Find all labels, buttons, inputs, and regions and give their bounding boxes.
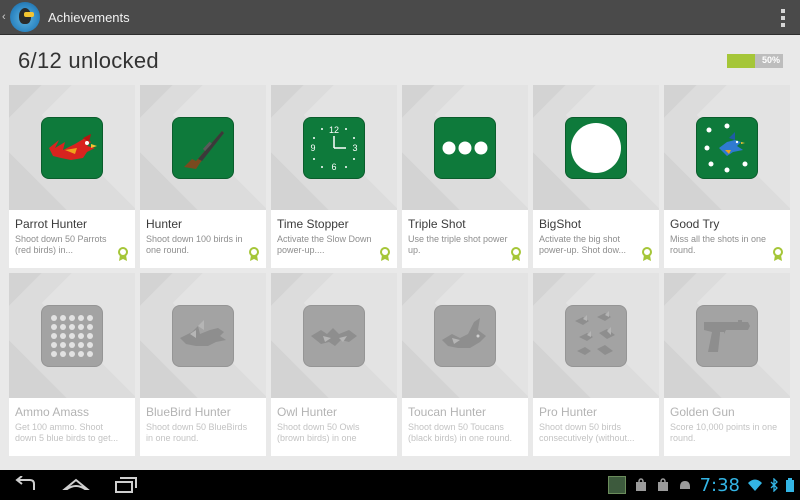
achievement-badge — [42, 118, 102, 178]
system-navigation-bar: 7:38 — [0, 470, 800, 500]
app-logo-icon[interactable] — [10, 2, 40, 32]
achievement-badge — [173, 118, 233, 178]
triple-dots-icon — [442, 141, 488, 155]
progress-fill — [727, 54, 755, 68]
achievement-desc: Score 10,000 points in one round. — [670, 422, 778, 443]
achievement-desc: Shoot down 100 birds in one round. — [146, 234, 243, 255]
android-debug-icon[interactable] — [678, 478, 692, 492]
achievement-title: Good Try — [670, 217, 720, 231]
achievement-desc: Activate the big shot power-up. Shot dow… — [539, 234, 627, 255]
achievement-title: BigShot — [539, 217, 582, 231]
achievement-title: Toucan Hunter — [408, 405, 487, 419]
achievement-badge — [173, 306, 233, 366]
big-circle-icon — [571, 123, 621, 173]
award-ribbon-icon — [773, 247, 783, 261]
award-ribbon-icon — [642, 247, 652, 261]
red-parrot-icon — [49, 134, 97, 160]
achievement-desc: Shoot down 50 Parrots (red birds) in... — [15, 234, 107, 255]
achievement-badge — [566, 118, 626, 178]
up-caret-icon[interactable]: ‹ — [2, 11, 8, 23]
achievement-desc: Miss all the shots in one round. — [670, 234, 767, 255]
achievement-badge — [566, 306, 626, 366]
achievement-title: Time Stopper — [277, 217, 349, 231]
achievement-card[interactable]: Hunter Shoot down 100 birds in one round… — [140, 85, 266, 268]
achievement-badge — [697, 306, 757, 366]
owl-icon — [311, 328, 357, 346]
shopping-bag-icon[interactable] — [634, 478, 648, 492]
shopping-bag-icon[interactable] — [656, 478, 670, 492]
progress-label: 50% — [761, 55, 780, 65]
status-area[interactable]: 7:38 — [607, 470, 794, 500]
rifle-icon — [184, 131, 224, 169]
award-ribbon-icon — [118, 247, 128, 261]
achievement-card[interactable]: Golden Gun Score 10,000 points in one ro… — [664, 273, 790, 456]
achievement-badge: 12 3 6 9 — [304, 118, 364, 178]
wifi-icon[interactable] — [748, 478, 762, 492]
back-icon[interactable] — [12, 476, 40, 494]
achievement-card[interactable]: BigShot Activate the big shot power-up. … — [533, 85, 659, 268]
achievement-title: BlueBird Hunter — [146, 405, 231, 419]
award-ribbon-icon — [511, 247, 521, 261]
achievement-badge — [42, 306, 102, 366]
pistol-icon — [704, 320, 750, 352]
achievement-card[interactable]: Ammo Amass Get 100 ammo. Shoot down 5 bl… — [9, 273, 135, 456]
ammo-grid-icon — [51, 315, 93, 357]
bluebird-icon — [180, 320, 226, 346]
achievement-desc: Activate the Slow Down power-up.... — [277, 234, 372, 255]
bluetooth-icon[interactable] — [770, 478, 778, 492]
achievement-card[interactable]: Toucan Hunter Shoot down 50 Toucans (bla… — [402, 273, 528, 456]
recent-apps-icon[interactable] — [112, 476, 140, 494]
award-ribbon-icon — [380, 247, 390, 261]
achievement-desc: Shoot down 50 Owls (brown birds) in one — [277, 422, 360, 443]
achievement-desc: Use the triple shot power up. — [408, 234, 508, 255]
home-icon[interactable] — [62, 476, 90, 494]
notification-app-thumbnail-icon[interactable] — [607, 476, 626, 494]
achievement-title: Owl Hunter — [277, 405, 338, 419]
achievement-card[interactable]: BlueBird Hunter Shoot down 50 BlueBirds … — [140, 273, 266, 456]
achievement-card[interactable]: Parrot Hunter Shoot down 50 Parrots (red… — [9, 85, 135, 268]
clock[interactable]: 7:38 — [700, 475, 740, 496]
achievement-badge — [435, 118, 495, 178]
clock-icon: 12 3 6 9 — [310, 125, 357, 172]
bluebird-target-icon — [704, 123, 748, 173]
achievement-card[interactable]: Pro Hunter Shoot down 50 birds consecuti… — [533, 273, 659, 456]
svg-text:9: 9 — [310, 143, 315, 153]
award-ribbon-icon — [249, 247, 259, 261]
achievements-grid: Parrot Hunter Shoot down 50 Parrots (red… — [9, 85, 791, 456]
achievement-card[interactable]: Owl Hunter Shoot down 50 Owls (brown bir… — [271, 273, 397, 456]
achievement-title: Parrot Hunter — [15, 217, 88, 231]
toucan-icon — [442, 318, 486, 348]
battery-icon[interactable] — [786, 478, 794, 492]
achievement-title: Golden Gun — [670, 405, 735, 419]
bird-flock-icon — [575, 311, 615, 355]
overflow-menu-icon[interactable] — [780, 9, 786, 27]
achievement-title: Triple Shot — [408, 217, 466, 231]
svg-text:3: 3 — [352, 143, 357, 153]
page-title: Achievements — [48, 9, 130, 25]
svg-text:12: 12 — [329, 125, 339, 135]
achievement-desc: Shoot down 50 birds consecutively (witho… — [539, 422, 635, 443]
achievement-title: Ammo Amass — [15, 405, 90, 419]
achievement-card[interactable]: 12 3 6 9 Time Stopper Activate the Slow … — [271, 85, 397, 268]
achievement-card[interactable]: Good Try Miss all the shots in one round… — [664, 85, 790, 268]
achievement-desc: Shoot down 50 Toucans (black birds) in o… — [408, 422, 513, 443]
unlocked-count: 6/12 unlocked — [18, 48, 159, 73]
progress-bar: 50% — [727, 54, 783, 68]
achievement-badge — [304, 306, 364, 366]
achievement-title: Pro Hunter — [539, 405, 598, 419]
achievement-desc: Shoot down 50 BlueBirds in one round. — [146, 422, 248, 443]
achievement-badge — [697, 118, 757, 178]
achievement-desc: Get 100 ammo. Shoot down 5 blue birds to… — [15, 422, 119, 443]
action-bar: ‹ Achievements — [0, 0, 800, 35]
achievement-badge — [435, 306, 495, 366]
svg-text:6: 6 — [331, 162, 336, 172]
achievement-title: Hunter — [146, 217, 183, 231]
achievement-card[interactable]: Triple Shot Use the triple shot power up… — [402, 85, 528, 268]
